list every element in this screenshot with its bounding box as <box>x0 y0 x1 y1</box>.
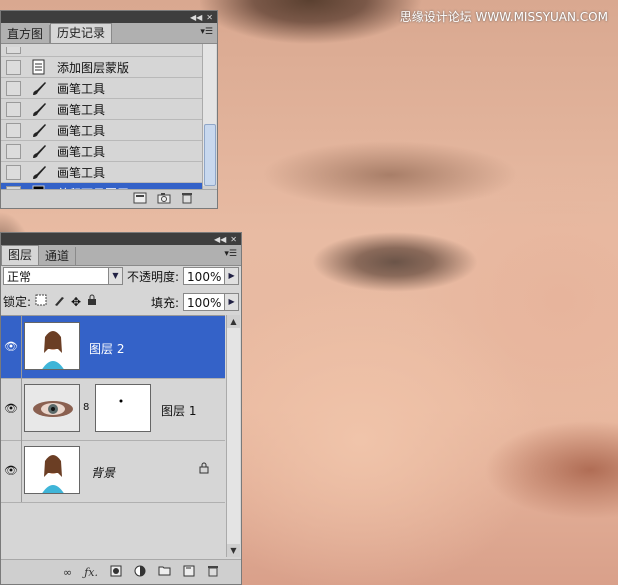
scroll-down-icon[interactable]: ▼ <box>227 544 240 557</box>
collapse-icon[interactable]: ◀◀ <box>190 13 202 22</box>
history-item[interactable]: 画笔工具 <box>1 120 202 141</box>
layer-thumbnail[interactable] <box>24 384 80 432</box>
lock-brush-icon[interactable] <box>53 294 65 309</box>
panel-titlebar[interactable]: ◀◀ ✕ <box>1 11 217 23</box>
layers-footer: ∞ ƒx. <box>1 559 241 584</box>
fill-input[interactable]: 100% <box>183 293 226 311</box>
close-icon[interactable]: ✕ <box>230 235 237 244</box>
history-item-label: 画笔工具 <box>57 123 106 138</box>
panel-menu-icon[interactable]: ▾☰ <box>224 249 237 259</box>
eye-icon[interactable]: 👁 <box>3 402 19 415</box>
document-icon <box>31 59 47 75</box>
link-icon[interactable]: ∞ <box>63 566 72 579</box>
fx-icon[interactable]: ƒx. <box>84 566 98 579</box>
history-item-label: 画笔工具 <box>57 144 106 159</box>
tab-history[interactable]: 历史记录 <box>50 23 113 43</box>
layer-mask-thumbnail[interactable] <box>95 384 151 432</box>
layer-name[interactable]: 背景 <box>91 464 115 481</box>
blend-mode-select[interactable]: 正常 ▼ <box>3 267 123 285</box>
chevron-down-icon[interactable]: ▼ <box>109 267 123 285</box>
history-scrollbar[interactable]: ▼ <box>202 44 216 199</box>
new-document-icon[interactable] <box>133 192 147 207</box>
layer-row-background[interactable]: 👁 背景 <box>1 440 225 503</box>
fill-arrow-icon[interactable]: ▶ <box>225 293 240 311</box>
eye-icon[interactable]: 👁 <box>3 340 19 353</box>
layer-name[interactable]: 图层 1 <box>161 402 196 419</box>
layers-tabs: 图层 通道 ▾☰ <box>1 245 241 266</box>
snapshot-checkbox[interactable] <box>6 59 21 75</box>
lock-icon <box>199 462 209 477</box>
history-tabs: 直方图 历史记录 ▾☰ <box>1 23 217 44</box>
history-item-label: 画笔工具 <box>57 165 106 180</box>
lock-all-icon[interactable] <box>87 294 97 309</box>
opacity-control: 不透明度: 100% ▶ <box>127 267 240 285</box>
history-item-label: 画笔工具 <box>57 102 106 117</box>
snapshot-checkbox[interactable] <box>6 122 21 138</box>
lock-controls: 锁定: ✥ <box>3 293 97 310</box>
history-item[interactable]: 画笔工具 <box>1 141 202 162</box>
scroll-up-icon[interactable]: ▲ <box>227 315 240 328</box>
list-item[interactable] <box>1 44 202 57</box>
panel-titlebar[interactable]: ◀◀ ✕ <box>1 233 241 245</box>
camera-icon[interactable] <box>157 192 171 207</box>
snapshot-checkbox[interactable] <box>6 46 21 54</box>
collapse-icon[interactable]: ◀◀ <box>214 235 226 244</box>
layer-thumbnail[interactable] <box>24 446 80 494</box>
watermark: 思缘设计论坛 WWW.MISSYUAN.COM <box>399 10 608 24</box>
new-layer-icon[interactable] <box>183 565 195 580</box>
scroll-thumb[interactable] <box>204 124 216 186</box>
close-icon[interactable]: ✕ <box>206 13 213 22</box>
lock-label: 锁定: <box>3 295 32 309</box>
layer-name[interactable]: 图层 2 <box>89 340 124 357</box>
history-item[interactable]: 画笔工具 <box>1 78 202 99</box>
layers-scrollbar[interactable]: ▲ ▼ <box>226 315 240 557</box>
history-item[interactable]: 添加图层蒙版 <box>1 57 202 78</box>
brush-icon <box>31 80 47 96</box>
history-panel: ◀◀ ✕ 直方图 历史记录 ▾☰ 添加图层蒙版 画笔工具 画笔工具 画笔工具 画笔工具画… <box>0 10 218 209</box>
brush-icon <box>31 143 47 159</box>
panel-menu-icon[interactable]: ▾☰ <box>200 27 213 37</box>
tab-channels[interactable]: 通道 <box>39 247 77 265</box>
snapshot-checkbox[interactable] <box>6 101 21 117</box>
layer-list: 👁 图层 2 👁 8 图层 1 👁 背景 <box>1 315 225 558</box>
fill-control: 填充: 100% ▶ <box>151 293 240 311</box>
layer-thumbnail[interactable] <box>24 322 80 370</box>
opacity-label: 不透明度: <box>127 269 180 284</box>
mask-icon[interactable] <box>110 565 122 580</box>
folder-icon[interactable] <box>158 565 171 579</box>
trash-icon[interactable] <box>207 565 219 580</box>
history-item[interactable]: 画笔工具 <box>1 162 202 183</box>
history-list: 添加图层蒙版画笔工具画笔工具画笔工具画笔工具画笔工具▶盖印可见图层 <box>1 44 202 199</box>
brush-icon <box>31 122 47 138</box>
brush-icon <box>31 164 47 180</box>
lock-move-icon[interactable]: ✥ <box>71 295 81 309</box>
history-footer <box>1 189 217 208</box>
opacity-arrow-icon[interactable]: ▶ <box>225 267 240 285</box>
trash-icon[interactable] <box>181 192 193 207</box>
snapshot-checkbox[interactable] <box>6 80 21 96</box>
adjustment-icon[interactable] <box>134 565 146 580</box>
layer-row-layer1[interactable]: 👁 8 图层 1 <box>1 378 225 441</box>
opacity-input[interactable]: 100% <box>183 267 226 285</box>
history-item-label: 添加图层蒙版 <box>57 60 130 75</box>
tab-histogram[interactable]: 直方图 <box>1 25 51 43</box>
layer-row-layer2[interactable]: 👁 图层 2 <box>1 316 225 379</box>
brush-icon <box>31 101 47 117</box>
tab-layers[interactable]: 图层 <box>1 245 40 265</box>
eye-icon[interactable]: 👁 <box>3 464 19 477</box>
snapshot-checkbox[interactable] <box>6 143 21 159</box>
lock-transparency-icon[interactable] <box>35 294 47 309</box>
link-icon[interactable]: 8 <box>83 402 89 413</box>
history-item-label: 画笔工具 <box>57 81 106 96</box>
fill-label: 填充: <box>151 295 180 310</box>
snapshot-checkbox[interactable] <box>6 164 21 180</box>
history-item[interactable]: 画笔工具 <box>1 99 202 120</box>
layers-panel: ◀◀ ✕ 图层 通道 ▾☰ 正常 ▼ 不透明度: 100% ▶ 锁定: ✥ 填充… <box>0 232 242 585</box>
blend-mode-value[interactable]: 正常 <box>3 267 109 285</box>
